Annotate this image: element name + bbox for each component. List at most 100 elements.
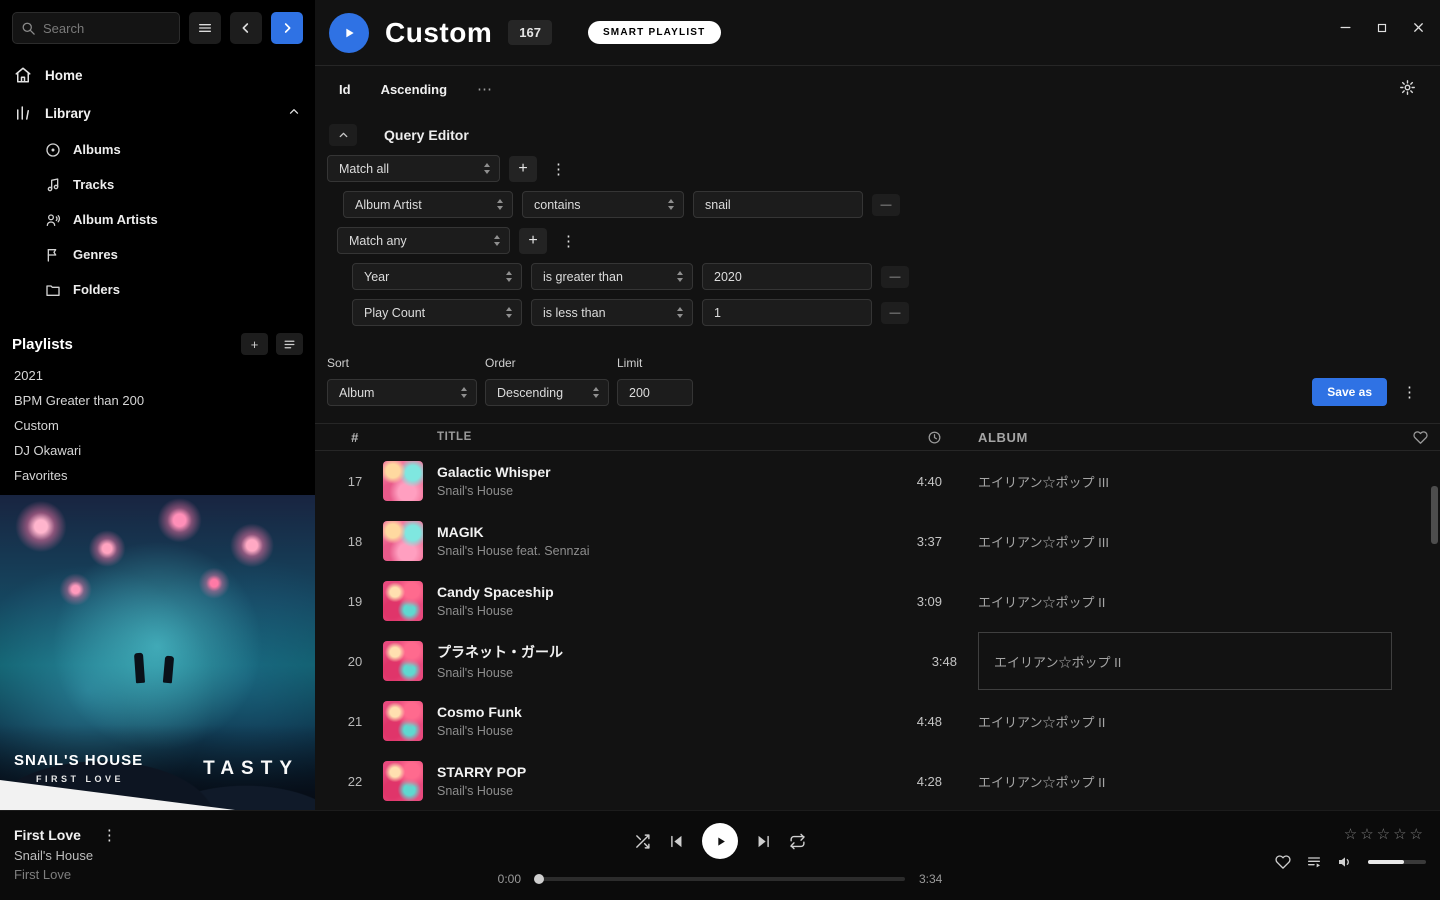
- volume-slider[interactable]: [1368, 860, 1426, 864]
- track-row[interactable]: 17 Galactic Whisper Snail's House 4:40 エ…: [315, 451, 1440, 511]
- sidebar-item-library[interactable]: Library: [0, 94, 315, 132]
- track-album[interactable]: エイリアン☆ポップ II: [972, 772, 1392, 791]
- minimize-button[interactable]: [1338, 20, 1353, 35]
- queue-button[interactable]: [1306, 854, 1322, 870]
- save-menu-button[interactable]: ⋮: [1397, 383, 1422, 401]
- rule-operator-select[interactable]: is greater than: [531, 263, 693, 290]
- remove-rule-button[interactable]: —: [872, 194, 900, 216]
- playlist-item[interactable]: 2021: [0, 363, 315, 388]
- add-rule-button[interactable]: +: [519, 228, 547, 254]
- track-artist[interactable]: Snail's House: [437, 604, 872, 618]
- track-title[interactable]: Cosmo Funk: [437, 704, 872, 720]
- track-title[interactable]: プラネット・ガール: [437, 642, 887, 662]
- remove-rule-button[interactable]: —: [881, 302, 909, 324]
- remove-rule-button[interactable]: —: [881, 266, 909, 288]
- track-context-menu-button[interactable]: ⋮: [97, 826, 122, 844]
- rule-operator-select[interactable]: is less than: [531, 299, 693, 326]
- shuffle-button[interactable]: [634, 833, 651, 850]
- seek-handle[interactable]: [534, 874, 544, 884]
- rule-value-input[interactable]: [702, 263, 872, 290]
- search-input[interactable]: [12, 12, 180, 44]
- rule-field-select[interactable]: Year: [352, 263, 522, 290]
- close-button[interactable]: [1411, 20, 1426, 35]
- column-album[interactable]: ALBUM: [972, 430, 1392, 445]
- playlist-item[interactable]: Custom: [0, 413, 315, 438]
- query-order-select[interactable]: Descending: [485, 379, 609, 406]
- add-rule-button[interactable]: +: [509, 156, 537, 182]
- rule-operator-select[interactable]: contains: [522, 191, 684, 218]
- query-editor-collapse-button[interactable]: [329, 124, 357, 146]
- column-duration[interactable]: [872, 430, 972, 445]
- now-playing-album[interactable]: First Love: [14, 867, 122, 882]
- sidebar-item-home[interactable]: Home: [0, 56, 315, 94]
- nav-forward-button[interactable]: [271, 12, 303, 44]
- track-album-selected[interactable]: エイリアン☆ポップ II: [978, 632, 1392, 690]
- group-menu-button[interactable]: ⋮: [546, 160, 571, 178]
- now-playing-title[interactable]: First Love: [14, 827, 81, 843]
- minimize-icon: [1338, 20, 1353, 35]
- track-artist[interactable]: Snail's House: [437, 724, 872, 738]
- settings-button[interactable]: [1399, 79, 1416, 99]
- track-album[interactable]: エイリアン☆ポップ II: [972, 712, 1392, 731]
- sort-direction-button[interactable]: Ascending: [381, 82, 447, 97]
- rule-value-input[interactable]: [693, 191, 863, 218]
- track-row[interactable]: 18 MAGIK Snail's House feat. Sennzai 3:3…: [315, 511, 1440, 571]
- rule-value-input[interactable]: [702, 299, 872, 326]
- now-playing-album-art[interactable]: SNAIL'S HOUSE FIRST LOVE TASTY: [0, 495, 315, 810]
- sidebar-item-genres[interactable]: Genres: [0, 237, 315, 272]
- playlist-item[interactable]: BPM Greater than 200: [0, 388, 315, 413]
- match-type-select[interactable]: Match all: [327, 155, 500, 182]
- playlist-item[interactable]: DJ Okawari: [0, 438, 315, 463]
- rule-field-select[interactable]: Play Count: [352, 299, 522, 326]
- repeat-button[interactable]: [789, 833, 806, 850]
- playlist-play-button[interactable]: [329, 13, 369, 53]
- more-options-button[interactable]: ⋯: [477, 80, 494, 98]
- seek-bar[interactable]: [535, 877, 905, 881]
- sidebar-item-albums[interactable]: Albums: [0, 132, 315, 167]
- play-pause-button[interactable]: [702, 823, 738, 859]
- maximize-button[interactable]: [1375, 20, 1389, 35]
- sidebar-item-tracks[interactable]: Tracks: [0, 167, 315, 202]
- save-as-button[interactable]: Save as: [1312, 378, 1387, 406]
- column-number[interactable]: #: [327, 430, 383, 445]
- next-button[interactable]: [755, 833, 772, 850]
- track-row[interactable]: 20 プラネット・ガール Snail's House 3:48 エイリアン☆ポッ…: [315, 631, 1440, 691]
- track-album[interactable]: エイリアン☆ポップ III: [972, 472, 1392, 491]
- track-row[interactable]: 19 Candy Spaceship Snail's House 3:09 エイ…: [315, 571, 1440, 631]
- previous-button[interactable]: [668, 833, 685, 850]
- track-title[interactable]: Galactic Whisper: [437, 464, 872, 480]
- menu-button[interactable]: [189, 12, 221, 44]
- track-artist[interactable]: Snail's House: [437, 666, 887, 680]
- track-title[interactable]: Candy Spaceship: [437, 584, 872, 600]
- playlist-list-button[interactable]: [276, 333, 303, 355]
- sort-field-button[interactable]: Id: [339, 82, 351, 97]
- add-playlist-button[interactable]: +: [241, 333, 268, 355]
- sidebar-item-album-artists[interactable]: Album Artists: [0, 202, 315, 237]
- group-menu-button[interactable]: ⋮: [556, 232, 581, 250]
- playlist-item[interactable]: Favorites: [0, 463, 315, 488]
- track-title[interactable]: MAGIK: [437, 524, 872, 540]
- chevron-up-icon[interactable]: [287, 105, 301, 122]
- volume-button[interactable]: [1337, 854, 1353, 870]
- track-artist[interactable]: Snail's House feat. Sennzai: [437, 544, 872, 558]
- rating-stars[interactable]: ☆☆☆☆☆: [1344, 825, 1426, 843]
- favorite-button[interactable]: [1275, 854, 1291, 870]
- column-title[interactable]: TITLE: [437, 431, 872, 443]
- vertical-scrollbar[interactable]: [1431, 486, 1438, 544]
- query-sort-select[interactable]: Album: [327, 379, 477, 406]
- track-row[interactable]: 22 STARRY POP Snail's House 4:28 エイリアン☆ポ…: [315, 751, 1440, 810]
- nav-back-button[interactable]: [230, 12, 262, 44]
- track-artist[interactable]: Snail's House: [437, 484, 872, 498]
- query-limit-input[interactable]: [617, 379, 693, 406]
- track-album[interactable]: エイリアン☆ポップ II: [972, 592, 1392, 611]
- sidebar-item-folders[interactable]: Folders: [0, 272, 315, 307]
- column-favorite[interactable]: [1392, 430, 1428, 445]
- rule-field-select[interactable]: Album Artist: [343, 191, 513, 218]
- track-artist[interactable]: Snail's House: [437, 784, 872, 798]
- match-type-select[interactable]: Match any: [337, 227, 510, 254]
- now-playing-artist[interactable]: Snail's House: [14, 848, 122, 863]
- elapsed-time: 0:00: [487, 872, 521, 886]
- track-album[interactable]: エイリアン☆ポップ III: [972, 532, 1392, 551]
- track-row[interactable]: 21 Cosmo Funk Snail's House 4:48 エイリアン☆ポ…: [315, 691, 1440, 751]
- track-title[interactable]: STARRY POP: [437, 764, 872, 780]
